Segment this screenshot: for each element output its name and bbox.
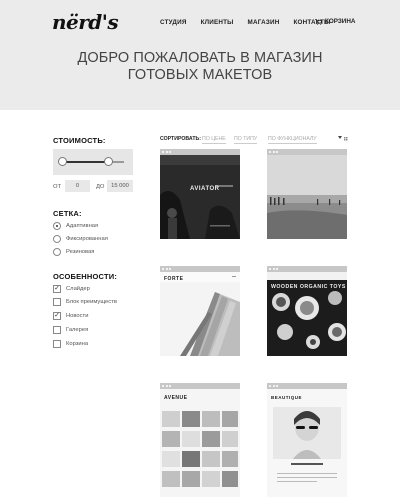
nav-item-shop[interactable]: МАГАЗИН: [248, 19, 280, 26]
product-card-beautique[interactable]: BEAUTIQUE: [267, 383, 347, 497]
product-caption: AVIATOR: [190, 186, 220, 192]
price-to-input[interactable]: [107, 180, 133, 192]
feature-option-label: Галерея: [66, 327, 89, 333]
checkbox[interactable]: ✓: [53, 312, 61, 320]
grid-option-label: Фиксированная: [66, 236, 108, 242]
sort-label: СОРТИРОВАТЬ:: [160, 136, 201, 142]
sort-by-price[interactable]: ПО ЦЕНЕ: [202, 136, 226, 144]
product-preview-image: [160, 389, 240, 497]
price-from-input[interactable]: [65, 180, 90, 192]
product-card-aviator[interactable]: AVIATOR: [160, 149, 240, 239]
checkbox[interactable]: ✓: [53, 285, 61, 293]
grid-option-adaptive[interactable]: Адаптивная: [53, 222, 98, 230]
cart-label: КОРЗИНА: [325, 18, 356, 25]
price-from-label: ОТ: [53, 184, 62, 190]
price-heading: СТОИМОСТЬ:: [53, 136, 106, 145]
product-caption: AVENUE: [164, 395, 188, 401]
grid-option-label: Резиновая: [66, 249, 95, 255]
feature-option-gallery[interactable]: Галерея: [53, 326, 88, 334]
feature-option-slider[interactable]: ✓ Слайдер: [53, 285, 90, 293]
feature-option-label: Блок преимуществ: [66, 299, 117, 305]
product-preview-image: [267, 155, 347, 239]
price-range-slider[interactable]: [53, 149, 133, 175]
cart-link[interactable]: КОРЗИНА: [315, 18, 355, 25]
product-caption: FORTE: [164, 276, 184, 282]
site-logo[interactable]: nërd's: [52, 10, 119, 34]
feature-option-label: Новости: [66, 313, 89, 319]
feature-option-label: Слайдер: [66, 286, 90, 292]
page-title: ДОБРО ПОЖАЛОВАТЬ В МАГАЗИН ГОТОВЫХ МАКЕТ…: [0, 50, 400, 84]
feature-option-label: Корзина: [66, 341, 89, 347]
product-card-forte[interactable]: FORTE: [160, 266, 240, 356]
grid-view-icon[interactable]: [338, 136, 348, 142]
slider-min-handle[interactable]: [57, 157, 67, 166]
page-title-line-2: ГОТОВЫХ МАКЕТОВ: [127, 67, 273, 83]
radio-button[interactable]: [53, 235, 61, 243]
sort-by-function[interactable]: ПО ФУНКЦИОНАЛУ: [268, 136, 317, 144]
checkbox[interactable]: [53, 340, 61, 348]
features-heading: ОСОБЕННОСТИ:: [53, 272, 118, 281]
slider-max-handle[interactable]: [104, 157, 113, 166]
nav-item-clients[interactable]: КЛИЕНТЫ: [201, 19, 234, 26]
product-caption: WOODEN ORGANIC TOYS: [271, 284, 346, 290]
product-card-beach[interactable]: [267, 149, 347, 239]
checkbox[interactable]: [53, 298, 61, 306]
nav-item-studio[interactable]: СТУДИЯ: [160, 19, 187, 26]
product-card-wooden-toys[interactable]: WOODEN ORGANIC TOYS: [267, 266, 347, 356]
slider-range-fill: [62, 161, 109, 163]
price-to-label: ДО: [96, 184, 105, 190]
radio-button[interactable]: [53, 248, 61, 256]
grid-option-fluid[interactable]: Резиновая: [53, 248, 94, 256]
page-title-line-1: ДОБРО ПОЖАЛОВАТЬ В МАГАЗИН: [77, 50, 323, 66]
product-preview-image: [267, 389, 347, 497]
hero-banner: nërd's СТУДИЯ КЛИЕНТЫ МАГАЗИН КОНТАКТЫ К…: [0, 0, 400, 110]
feature-option-benefits[interactable]: Блок преимуществ: [53, 298, 117, 306]
product-preview-image: [160, 272, 240, 356]
product-preview-image: [160, 155, 240, 239]
grid-heading: СЕТКА:: [53, 209, 82, 218]
feature-option-news[interactable]: ✓ Новости: [53, 312, 88, 320]
product-caption: BEAUTIQUE: [271, 395, 303, 400]
grid-option-fixed[interactable]: Фиксированная: [53, 235, 108, 243]
radio-button[interactable]: [53, 222, 61, 230]
sort-by-type[interactable]: ПО ТИПУ: [234, 136, 258, 144]
feature-option-cart[interactable]: Корзина: [53, 340, 88, 348]
product-card-avenue[interactable]: AVENUE: [160, 383, 240, 497]
grid-option-label: Адаптивная: [66, 223, 99, 229]
checkbox[interactable]: [53, 326, 61, 334]
cart-icon: [315, 18, 322, 25]
